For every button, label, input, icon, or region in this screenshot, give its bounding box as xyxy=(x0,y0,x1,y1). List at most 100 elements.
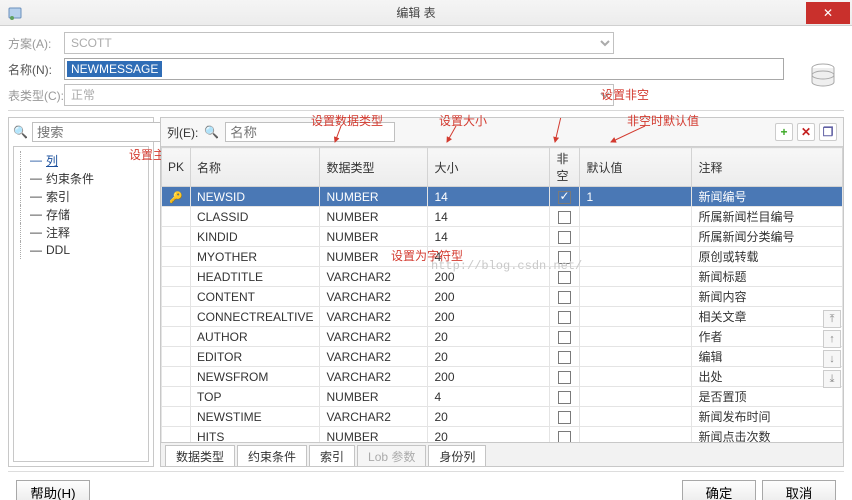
notnull-cell[interactable] xyxy=(550,367,580,387)
default-cell[interactable] xyxy=(580,387,692,407)
checkbox-icon[interactable] xyxy=(558,351,571,364)
table-row[interactable]: KINDIDNUMBER14所属新闻分类编号 xyxy=(162,227,843,247)
help-button[interactable]: 帮助(H) xyxy=(16,480,90,500)
sidebar-item[interactable]: —列 xyxy=(18,151,144,169)
name-cell[interactable]: EDITOR xyxy=(191,347,320,367)
bottom-tab[interactable]: 身份列 xyxy=(428,445,486,466)
notnull-cell[interactable] xyxy=(550,407,580,427)
sidebar-item[interactable]: —约束条件 xyxy=(18,169,144,187)
checkbox-icon[interactable] xyxy=(558,251,571,264)
sidebar-item[interactable]: —存储 xyxy=(18,205,144,223)
pk-cell[interactable]: 🔑 xyxy=(162,187,191,207)
notnull-cell[interactable] xyxy=(550,307,580,327)
pk-cell[interactable] xyxy=(162,227,191,247)
comment-cell[interactable]: 出处 xyxy=(692,367,843,387)
default-cell[interactable] xyxy=(580,407,692,427)
table-row[interactable]: 🔑NEWSIDNUMBER141新闻编号 xyxy=(162,187,843,207)
size-cell[interactable]: 14 xyxy=(428,187,550,207)
th-notnull[interactable]: 非空 xyxy=(550,148,580,187)
table-row[interactable]: CONTENTVARCHAR2200新闻内容 xyxy=(162,287,843,307)
table-row[interactable]: CLASSIDNUMBER14所属新闻栏目编号 xyxy=(162,207,843,227)
checkbox-icon[interactable] xyxy=(558,431,571,442)
pk-cell[interactable] xyxy=(162,347,191,367)
pk-cell[interactable] xyxy=(162,387,191,407)
move-bottom-button[interactable]: ⤓ xyxy=(823,370,841,388)
move-down-button[interactable]: ↓ xyxy=(823,350,841,368)
bottom-tab[interactable]: 数据类型 xyxy=(165,445,235,466)
checkbox-icon[interactable] xyxy=(558,331,571,344)
datatype-cell[interactable]: NUMBER xyxy=(320,427,428,443)
name-cell[interactable]: KINDID xyxy=(191,227,320,247)
pk-cell[interactable] xyxy=(162,267,191,287)
table-row[interactable]: TOPNUMBER4是否置顶 xyxy=(162,387,843,407)
name-cell[interactable]: HEADTITLE xyxy=(191,267,320,287)
default-cell[interactable] xyxy=(580,347,692,367)
notnull-cell[interactable] xyxy=(550,207,580,227)
checkbox-icon[interactable] xyxy=(558,311,571,324)
datatype-cell[interactable]: NUMBER xyxy=(320,387,428,407)
comment-cell[interactable]: 新闻内容 xyxy=(692,287,843,307)
comment-cell[interactable]: 原创或转载 xyxy=(692,247,843,267)
move-up-button[interactable]: ↑ xyxy=(823,330,841,348)
default-cell[interactable] xyxy=(580,207,692,227)
datatype-cell[interactable]: NUMBER xyxy=(320,227,428,247)
size-cell[interactable]: 20 xyxy=(428,347,550,367)
comment-cell[interactable]: 编辑 xyxy=(692,347,843,367)
th-name[interactable]: 名称 xyxy=(191,148,320,187)
column-search-input[interactable] xyxy=(225,122,395,142)
name-cell[interactable]: NEWSTIME xyxy=(191,407,320,427)
th-comment[interactable]: 注释 xyxy=(692,148,843,187)
comment-cell[interactable]: 新闻编号 xyxy=(692,187,843,207)
comment-cell[interactable]: 相关文章 xyxy=(692,307,843,327)
checkbox-icon[interactable] xyxy=(558,231,571,244)
notnull-cell[interactable] xyxy=(550,287,580,307)
default-cell[interactable] xyxy=(580,327,692,347)
table-row[interactable]: HITSNUMBER20新闻点击次数 xyxy=(162,427,843,443)
sidebar-item[interactable]: —DDL xyxy=(18,241,144,259)
comment-cell[interactable]: 作者 xyxy=(692,327,843,347)
bottom-tab[interactable]: 索引 xyxy=(309,445,355,466)
checkbox-icon[interactable] xyxy=(558,391,571,404)
pk-cell[interactable] xyxy=(162,327,191,347)
name-cell[interactable]: CONNECTREALTIVE xyxy=(191,307,320,327)
datatype-cell[interactable]: VARCHAR2 xyxy=(320,407,428,427)
comment-cell[interactable]: 所属新闻栏目编号 xyxy=(692,207,843,227)
size-cell[interactable]: 20 xyxy=(428,407,550,427)
table-row[interactable]: EDITORVARCHAR220编辑 xyxy=(162,347,843,367)
datatype-cell[interactable]: NUMBER xyxy=(320,207,428,227)
ok-button[interactable]: 确定 xyxy=(682,480,756,500)
notnull-cell[interactable] xyxy=(550,247,580,267)
pk-cell[interactable] xyxy=(162,427,191,443)
sidebar-item[interactable]: —索引 xyxy=(18,187,144,205)
name-cell[interactable]: CONTENT xyxy=(191,287,320,307)
datatype-cell[interactable]: NUMBER xyxy=(320,247,428,267)
size-cell[interactable]: 200 xyxy=(428,307,550,327)
th-pk[interactable]: PK xyxy=(162,148,191,187)
table-row[interactable]: HEADTITLEVARCHAR2200新闻标题 xyxy=(162,267,843,287)
pk-cell[interactable] xyxy=(162,247,191,267)
datatype-cell[interactable]: VARCHAR2 xyxy=(320,287,428,307)
notnull-cell[interactable] xyxy=(550,267,580,287)
pk-cell[interactable] xyxy=(162,367,191,387)
default-cell[interactable] xyxy=(580,287,692,307)
default-cell[interactable] xyxy=(580,227,692,247)
th-size[interactable]: 大小 xyxy=(428,148,550,187)
comment-cell[interactable]: 新闻点击次数 xyxy=(692,427,843,443)
datatype-cell[interactable]: VARCHAR2 xyxy=(320,367,428,387)
close-button[interactable]: ✕ xyxy=(806,2,850,24)
th-default[interactable]: 默认值 xyxy=(580,148,692,187)
size-cell[interactable]: 4 xyxy=(428,247,550,267)
default-cell[interactable] xyxy=(580,247,692,267)
size-cell[interactable]: 20 xyxy=(428,327,550,347)
name-cell[interactable]: NEWSFROM xyxy=(191,367,320,387)
checkbox-icon[interactable] xyxy=(558,411,571,424)
comment-cell[interactable]: 是否置顶 xyxy=(692,387,843,407)
checkbox-icon[interactable] xyxy=(558,291,571,304)
comment-cell[interactable]: 新闻标题 xyxy=(692,267,843,287)
pk-cell[interactable] xyxy=(162,307,191,327)
name-cell[interactable]: HITS xyxy=(191,427,320,443)
name-field[interactable]: NEWMESSAGE xyxy=(64,58,784,80)
notnull-cell[interactable] xyxy=(550,347,580,367)
checkbox-icon[interactable] xyxy=(558,271,571,284)
move-top-button[interactable]: ⤒ xyxy=(823,310,841,328)
